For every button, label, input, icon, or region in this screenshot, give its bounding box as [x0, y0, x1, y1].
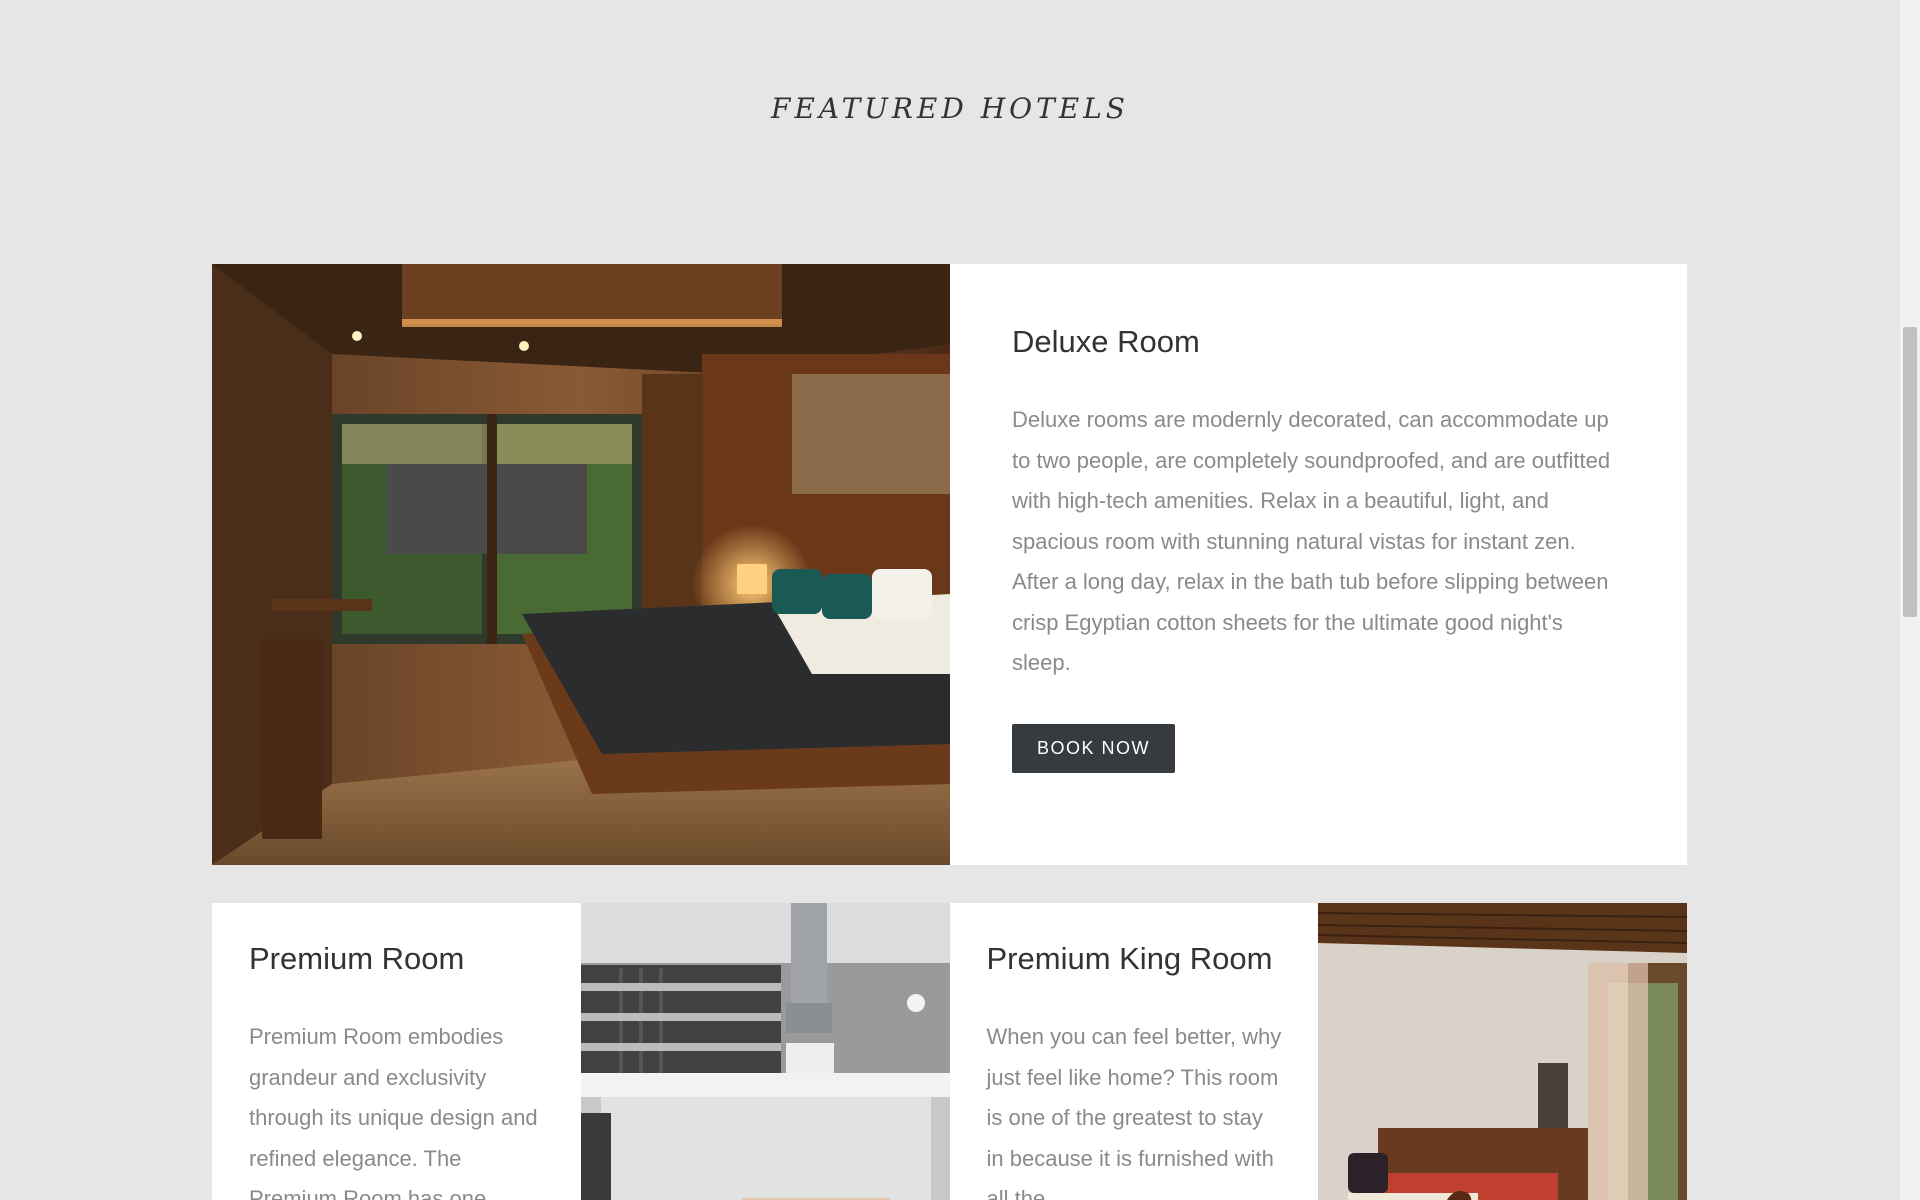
room-card-text: Premium Room Premium Room embodies grand…	[212, 903, 581, 1200]
room-title: Premium King Room	[986, 941, 1273, 976]
room-card-text: Premium King Room When you can feel bett…	[949, 903, 1319, 1200]
room-description: When you can feel better, why just feel …	[986, 1024, 1282, 1200]
section-title: FEATURED HOTELS	[771, 92, 1129, 125]
room-title: Premium Room	[249, 941, 465, 976]
room-cards-row: Premium Room Premium Room embodies grand…	[212, 903, 1687, 1200]
premium-king-room-photo	[1318, 903, 1687, 1200]
page-scrollbar[interactable]	[1900, 0, 1920, 1200]
book-now-button[interactable]: BOOK NOW	[1012, 723, 1176, 773]
room-description: Premium Room embodies grandeur and exclu…	[249, 1024, 538, 1200]
scrollbar-thumb[interactable]	[1903, 327, 1917, 617]
featured-room-info: Deluxe Room Deluxe rooms are modernly de…	[950, 264, 1687, 865]
premium-room-photo	[580, 903, 950, 1200]
featured-room-title: Deluxe Room	[1012, 324, 1200, 359]
page: FEATURED HOTELS Deluxe Room Deluxe rooms…	[0, 0, 1920, 1200]
featured-room-card: Deluxe Room Deluxe rooms are modernly de…	[212, 264, 1687, 865]
featured-room-description: Deluxe rooms are modernly decorated, can…	[1012, 407, 1611, 675]
deluxe-room-photo	[212, 264, 950, 865]
